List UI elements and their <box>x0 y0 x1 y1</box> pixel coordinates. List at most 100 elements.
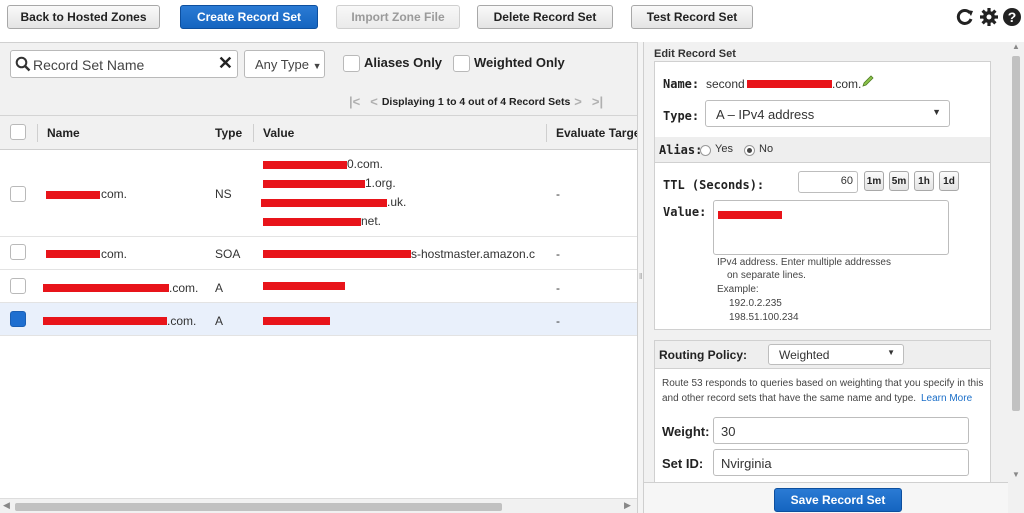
save-record-set-button[interactable]: Save Record Set <box>774 488 902 512</box>
type-label: Type: <box>663 109 700 123</box>
weight-input[interactable]: 30 <box>713 417 969 444</box>
redacted-value <box>261 199 387 207</box>
table-header: Name Type Value Evaluate Targe <box>0 116 640 150</box>
alias-row: Alias: Yes No <box>655 137 990 163</box>
evaluate-target: - <box>556 247 560 261</box>
record-type: NS <box>215 187 232 201</box>
alias-no-radio[interactable] <box>744 145 755 156</box>
value-textarea[interactable] <box>713 200 949 255</box>
value-label: Value: <box>663 205 707 219</box>
record-value: 1.org. <box>365 176 396 190</box>
type-select[interactable]: A – IPv4 address ▼ <box>705 100 950 127</box>
alias-yes-radio[interactable] <box>700 145 711 156</box>
table-row[interactable]: com. SOA s-hostmaster.amazon.c - <box>0 237 637 270</box>
ttl-5m-button[interactable]: 5m <box>889 171 909 191</box>
redacted-value <box>263 282 345 290</box>
value-help: IPv4 address. Enter multiple addresses <box>717 257 891 268</box>
scroll-right-icon[interactable]: ▶ <box>624 500 631 511</box>
record-value: net. <box>361 214 382 228</box>
table-row[interactable]: .com. A - <box>0 270 637 303</box>
scroll-thumb[interactable] <box>1012 56 1020 411</box>
chevron-down-icon: ▼ <box>932 107 941 117</box>
routing-policy-row: Routing Policy: Weighted ▼ <box>655 341 990 369</box>
weighted-only-label: Weighted Only <box>474 55 565 70</box>
pencil-icon[interactable] <box>861 74 875 88</box>
table-row[interactable]: .com. A - <box>0 303 637 336</box>
row-checkbox[interactable] <box>10 278 26 294</box>
filter-bar: Record Set Name ✕ Any Type ▼ Aliases Onl… <box>0 43 637 116</box>
select-all-checkbox[interactable] <box>10 124 26 140</box>
aliases-only-checkbox[interactable] <box>343 55 360 72</box>
redacted-value <box>263 161 347 169</box>
save-bar: Save Record Set <box>644 482 1008 513</box>
type-filter-select[interactable]: Any Type ▼ <box>244 50 325 78</box>
refresh-icon[interactable] <box>955 7 975 27</box>
learn-more-link[interactable]: Learn More <box>921 393 972 404</box>
import-zone-file-button[interactable]: Import Zone File <box>336 5 460 29</box>
test-record-set-button[interactable]: Test Record Set <box>631 5 753 29</box>
row-checkbox-checked[interactable] <box>10 311 26 327</box>
back-to-hosted-zones-button[interactable]: Back to Hosted Zones <box>7 5 160 29</box>
gear-icon[interactable] <box>979 7 999 27</box>
delete-record-set-button[interactable]: Delete Record Set <box>477 5 613 29</box>
name-label: Name: <box>663 77 700 91</box>
horizontal-scrollbar[interactable]: ◀ ▶ <box>0 498 637 513</box>
vertical-scrollbar[interactable]: ▲ ▼ <box>1008 42 1024 482</box>
ttl-1h-button[interactable]: 1h <box>914 171 934 191</box>
example-label: Example: <box>717 284 759 295</box>
redacted-value <box>263 250 411 258</box>
record-type: SOA <box>215 247 241 261</box>
scroll-left-icon[interactable]: ◀ <box>3 500 10 511</box>
record-name: .com. <box>169 281 199 295</box>
record-value: 0.com. <box>347 157 384 171</box>
routing-policy-label: Routing Policy: <box>659 348 747 362</box>
routing-description: Route 53 responds to queries based on we… <box>662 378 984 389</box>
record-name: .com. <box>167 314 197 328</box>
scroll-up-icon[interactable]: ▲ <box>1012 42 1020 51</box>
chevron-down-icon: ▼ <box>312 61 322 71</box>
redacted-name <box>46 191 100 199</box>
record-details-section: Name: second .com. Type: A – IPv4 addres… <box>654 61 991 330</box>
type-filter-value: Any Type <box>255 57 309 72</box>
toolbar: Back to Hosted Zones Create Record Set I… <box>0 0 1024 38</box>
search-input[interactable]: Record Set Name ✕ <box>10 50 238 78</box>
prev-page-icon[interactable]: < <box>370 94 378 109</box>
routing-policy-select[interactable]: Weighted ▼ <box>768 344 904 365</box>
weight-label: Weight: <box>662 424 710 439</box>
name-suffix: .com. <box>832 77 862 91</box>
alias-no-label: No <box>759 143 774 155</box>
ttl-1d-button[interactable]: 1d <box>939 171 959 191</box>
table-row[interactable]: com. NS 0.com. 1.org. .uk. net. - <box>0 150 637 237</box>
evaluate-target: - <box>556 281 560 295</box>
evaluate-target: - <box>556 314 560 328</box>
next-page-icon[interactable]: > <box>574 94 582 109</box>
weighted-only-checkbox[interactable] <box>453 55 470 72</box>
column-name[interactable]: Name <box>47 126 80 140</box>
row-checkbox[interactable] <box>10 244 26 260</box>
set-id-input[interactable]: Nvirginia <box>713 449 969 476</box>
clear-icon[interactable]: ✕ <box>218 53 233 74</box>
scroll-thumb[interactable] <box>15 503 502 511</box>
aliases-only-label: Aliases Only <box>364 55 443 70</box>
help-icon[interactable]: ? <box>1002 7 1022 27</box>
ttl-1m-button[interactable]: 1m <box>864 171 884 191</box>
row-checkbox[interactable] <box>10 186 26 202</box>
create-record-set-button[interactable]: Create Record Set <box>180 5 318 29</box>
column-evaluate-target[interactable]: Evaluate Targe <box>556 126 640 140</box>
redacted-name <box>43 317 167 325</box>
panel-splitter[interactable]: ‖ <box>637 42 644 513</box>
ttl-input[interactable]: 60 <box>798 171 858 193</box>
last-page-icon[interactable]: >| <box>592 94 603 109</box>
chevron-down-icon: ▼ <box>887 348 895 357</box>
first-page-icon[interactable]: |< <box>349 94 360 109</box>
redacted-value <box>263 180 365 188</box>
pagination: |< < Displaying 1 to 4 out of 4 Record S… <box>349 94 603 109</box>
svg-text:?: ? <box>1008 9 1017 25</box>
record-type: A <box>215 281 224 295</box>
redacted-value <box>263 218 361 226</box>
routing-policy-value: Weighted <box>779 348 830 362</box>
column-value[interactable]: Value <box>263 126 294 140</box>
scroll-down-icon[interactable]: ▼ <box>1012 470 1020 479</box>
column-type[interactable]: Type <box>215 126 242 140</box>
alias-yes-label: Yes <box>715 143 733 155</box>
